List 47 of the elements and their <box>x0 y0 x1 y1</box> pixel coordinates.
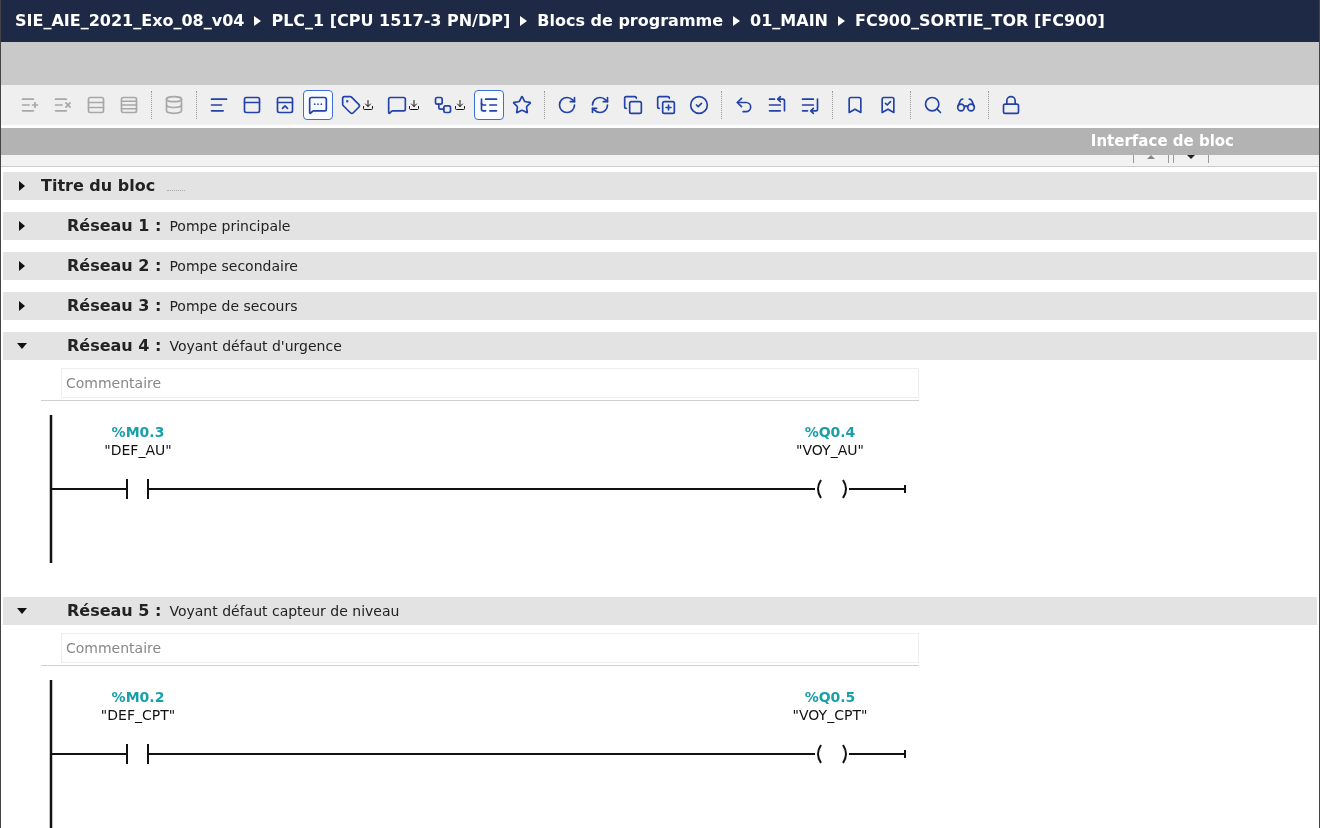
interface-title: Interface de bloc <box>1090 131 1234 153</box>
network-title: Pompe de secours <box>169 296 298 316</box>
chevron-icon <box>838 16 845 26</box>
caret-icon <box>17 181 27 191</box>
tag-address: %Q0.4 <box>804 423 856 441</box>
tag-address: %Q0.5 <box>804 688 856 706</box>
tag-address: %M0.2 <box>111 688 165 706</box>
network-title: Pompe secondaire <box>169 256 298 276</box>
download-icon <box>362 99 374 111</box>
breadcrumb-item[interactable]: SIE_AIE_2021_Exo_08_v04 <box>15 9 245 33</box>
network-label: Réseau 1 : <box>67 215 162 237</box>
breadcrumb-item[interactable]: 01_MAIN <box>750 9 828 33</box>
breadcrumb-item[interactable]: FC900_SORTIE_TOR [FC900] <box>855 9 1105 33</box>
contact-symbol <box>126 743 149 765</box>
network-title: Voyant défaut capteur de niveau <box>169 601 400 621</box>
network-title: Voyant défaut d'urgence <box>169 336 342 356</box>
contact-symbol <box>126 478 149 500</box>
network-label: Réseau 4 : <box>67 335 162 357</box>
caret-icon <box>17 341 27 351</box>
network-label: Réseau 3 : <box>67 295 162 317</box>
coil-symbol <box>817 479 847 499</box>
coil-symbol <box>817 744 847 764</box>
network-label: Réseau 2 : <box>67 255 162 277</box>
caret-icon <box>17 606 27 616</box>
wire <box>848 749 906 759</box>
download-icon <box>454 99 466 111</box>
tag-symbol: "DEF_AU" <box>104 441 172 459</box>
tag-symbol: "VOY_AU" <box>796 441 864 459</box>
scroll-down-button[interactable] <box>1173 155 1209 163</box>
network-title: Pompe principale <box>169 216 291 236</box>
wire <box>848 484 906 494</box>
tag-address: %M0.3 <box>111 423 165 441</box>
chevron-icon <box>254 16 262 26</box>
network-label: Réseau 5 : <box>67 600 162 622</box>
breadcrumb-item[interactable]: Blocs de programme <box>537 9 724 33</box>
tag-symbol: "VOY_CPT" <box>792 706 868 724</box>
download-icon <box>408 99 420 111</box>
caret-icon <box>17 261 27 271</box>
breadcrumb-item[interactable]: PLC_1 [CPU 1517-3 PN/DP] <box>271 9 511 33</box>
chevron-icon <box>733 16 741 26</box>
caret-icon <box>17 301 27 311</box>
chevron-icon <box>520 16 528 26</box>
tag-symbol: "DEF_CPT" <box>100 706 176 724</box>
comment-field[interactable]: Commentaire <box>61 633 919 663</box>
comment-field[interactable]: Commentaire <box>61 368 919 398</box>
block-title-label: Titre du bloc <box>41 175 156 197</box>
caret-icon <box>17 221 27 231</box>
